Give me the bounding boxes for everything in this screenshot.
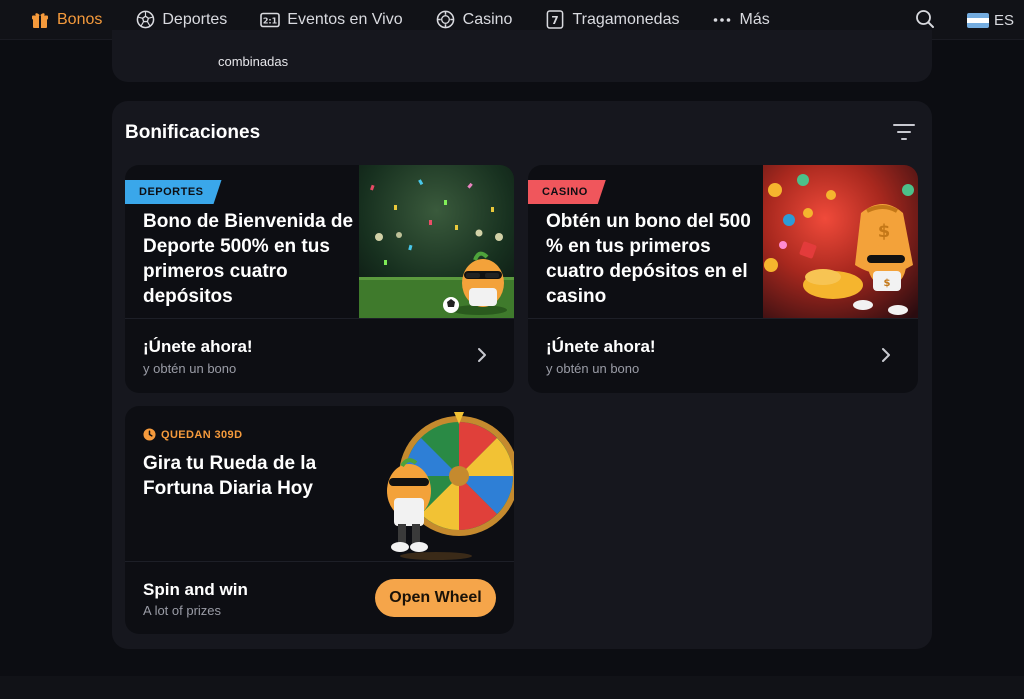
scoreboard-icon: 2:1: [260, 10, 281, 30]
svg-text:$: $: [878, 221, 891, 242]
category-badge: CASINO: [528, 180, 606, 204]
card-divider: [125, 318, 514, 319]
casino-coins-mascot-image: $ $: [763, 165, 918, 318]
bonus-heading: Obtén un bono del 500 % en tus primeros …: [546, 211, 751, 307]
bonus-card-casino[interactable]: CASINO Obtén un bono del 500 % en tus pr…: [528, 165, 918, 393]
casino-chip-icon: [436, 10, 456, 30]
cta-subtitle: y obtén un bono: [546, 361, 640, 376]
previous-card: combinadas: [112, 30, 932, 82]
nav-item-label: Deportes: [162, 10, 228, 28]
cta-title: ¡Únete ahora!: [546, 337, 656, 356]
wheel-heading: Gira tu Rueda de la Fortuna Diaria Hoy: [143, 453, 317, 499]
cta-title: Spin and win: [143, 580, 248, 599]
bonuses-section: Bonificaciones DEPORTES Bono de Bienveni…: [112, 101, 932, 649]
cta-subtitle: y obtén un bono: [143, 361, 237, 376]
nav-item-label: Bonos: [57, 10, 103, 28]
filter-icon[interactable]: [893, 123, 915, 143]
nav-item-label: Más: [739, 10, 770, 28]
language-selector[interactable]: ES: [966, 11, 1014, 29]
bonus-card-deportes[interactable]: DEPORTES Bono de Bienvenida de Deporte 5…: [125, 165, 514, 393]
countdown-timer: QUEDAN 309D: [143, 428, 242, 441]
card-divider: [125, 561, 514, 562]
card-divider: [528, 318, 918, 319]
nav-item-bonos[interactable]: Bonos: [30, 0, 102, 40]
bonus-heading: Bono de Bienvenida de Deporte 500% en tu…: [143, 211, 354, 307]
previous-card-text: combinadas: [218, 54, 289, 69]
fortune-wheel-card[interactable]: QUEDAN 309D Gira tu Rueda de la Fortuna …: [125, 406, 514, 634]
category-badge: DEPORTES: [125, 180, 222, 204]
page-bottom-strip: [0, 676, 1024, 699]
clock-icon: [143, 428, 161, 441]
nav-item-label: Tragamonedas: [572, 10, 680, 28]
svg-text:2:1: 2:1: [263, 16, 278, 25]
section-title: Bonificaciones: [125, 122, 261, 143]
soccer-mascot-image: [359, 165, 514, 318]
gift-icon: [30, 10, 50, 30]
fortune-wheel-mascot-image: [374, 406, 514, 561]
slot-seven-icon: 7: [545, 10, 565, 30]
svg-text:7: 7: [552, 15, 559, 27]
svg-text:$: $: [884, 278, 891, 289]
soccer-ball-icon: [135, 10, 155, 30]
cta-title: ¡Únete ahora!: [143, 337, 253, 356]
language-code: ES: [993, 11, 1014, 29]
argentina-flag-icon: [966, 12, 989, 28]
more-dots-icon: [712, 10, 732, 30]
chevron-right-icon[interactable]: [476, 347, 490, 363]
open-wheel-button[interactable]: Open Wheel: [375, 579, 496, 617]
nav-item-label: Eventos en Vivo: [287, 10, 403, 28]
chevron-right-icon[interactable]: [880, 347, 894, 363]
cta-subtitle: A lot of prizes: [143, 603, 222, 618]
timer-text: QUEDAN 309D: [161, 428, 243, 441]
search-icon[interactable]: [915, 9, 937, 31]
nav-item-label: Casino: [462, 10, 513, 28]
